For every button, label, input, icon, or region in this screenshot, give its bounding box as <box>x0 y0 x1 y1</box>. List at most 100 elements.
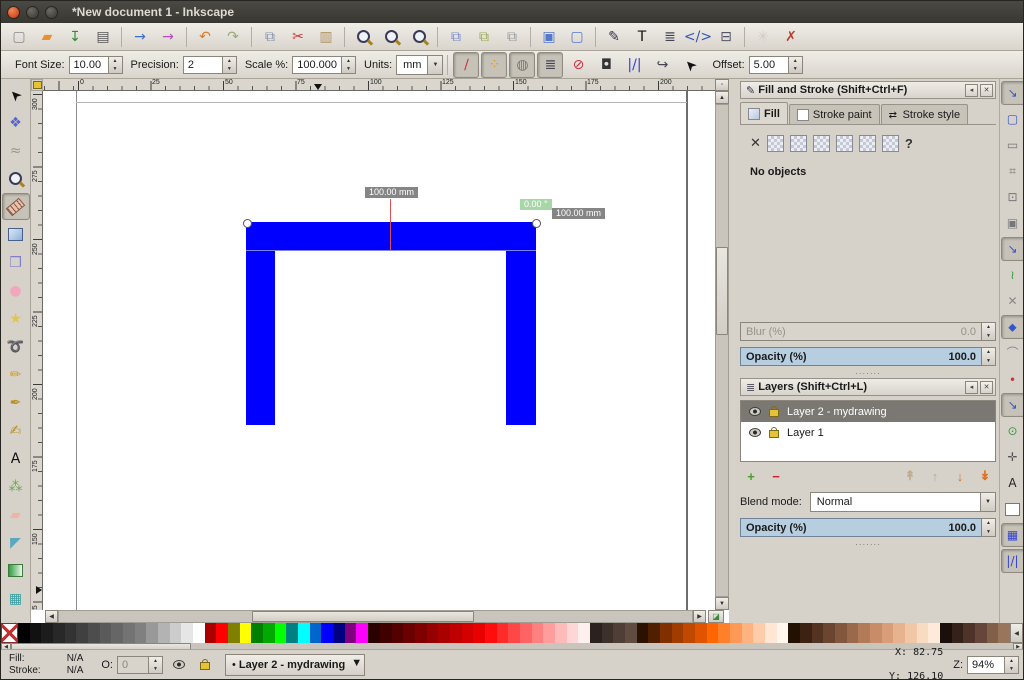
palette-swatch[interactable] <box>531 623 544 643</box>
zoom-spinner[interactable]: ▲ ▼ <box>1004 655 1019 674</box>
fill-stroke-indicator[interactable]: Fill: N/A Stroke: N/A <box>9 653 83 677</box>
lock-icon[interactable] <box>769 427 779 438</box>
object-opacity-value[interactable]: 0 <box>116 655 148 674</box>
snap-path-intersections-button[interactable]: ✕ <box>1001 289 1024 313</box>
tool-star-button[interactable]: ★ <box>2 305 30 332</box>
table-shape-right-leg[interactable] <box>506 251 536 425</box>
tool-measure-button[interactable] <box>1 193 30 220</box>
palette-swatch[interactable] <box>659 623 672 643</box>
preferences-button[interactable]: ✗ <box>778 24 804 50</box>
snap-page-border-button[interactable] <box>1001 497 1024 521</box>
color-management-toggle[interactable]: ◪ <box>708 610 724 623</box>
align-distribute-dialog-button[interactable]: ⊟ <box>713 24 739 50</box>
palette-swatch[interactable] <box>449 623 462 643</box>
palette-swatch[interactable] <box>239 623 252 643</box>
tool-node-editor-button[interactable]: ❖ <box>2 109 30 136</box>
palette-swatch[interactable] <box>29 623 42 643</box>
snap-bbox-edges-button[interactable]: ▭ <box>1001 133 1024 157</box>
cms-adjust-button[interactable]: ▫ <box>715 79 729 91</box>
paint-unset-button[interactable]: ? <box>905 136 913 151</box>
edit-duplicate-button[interactable]: ⧉ <box>443 24 469 50</box>
font-size-spinbox[interactable]: 10.00 ▲ ▼ <box>68 55 123 74</box>
table-shape-left-leg[interactable] <box>246 251 275 425</box>
palette-swatch[interactable] <box>543 623 555 643</box>
zoom-drawing-button[interactable] <box>378 24 404 50</box>
palette-swatch[interactable] <box>554 623 567 643</box>
palette-swatch[interactable] <box>835 623 847 643</box>
dock-splitter[interactable]: ······ <box>729 79 742 623</box>
measure-between-items-toggle[interactable]: ∕ <box>453 51 480 78</box>
palette-swatch[interactable] <box>379 623 392 643</box>
palette-swatch[interactable] <box>508 623 520 643</box>
zoom-selection-button[interactable] <box>350 24 376 50</box>
ungroup-objects-button[interactable]: ▢ <box>564 24 590 50</box>
palette-swatch[interactable] <box>286 623 299 643</box>
palette-swatch[interactable] <box>64 623 77 643</box>
font-size-spinner[interactable]: ▲ ▼ <box>107 55 123 74</box>
scale-spinner[interactable]: ▲ ▼ <box>341 55 357 74</box>
panel-collapse-icon[interactable]: ◂ <box>965 83 978 97</box>
snap-bbox-centers-button[interactable]: ▣ <box>1001 211 1024 235</box>
tool-spiral-button[interactable]: ➰ <box>2 333 30 360</box>
palette-swatch[interactable] <box>998 623 1011 643</box>
tool-text-button[interactable]: A <box>2 445 30 472</box>
snap-object-centers-button[interactable]: ⊙ <box>1001 419 1024 443</box>
palette-scroll-button[interactable]: ◀ <box>1010 623 1023 643</box>
palette-swatch[interactable] <box>788 623 801 643</box>
palette-swatch[interactable] <box>228 623 240 643</box>
palette-swatch[interactable] <box>461 623 474 643</box>
palette-swatch[interactable] <box>694 623 707 643</box>
tool-pen-button[interactable]: ✒ <box>2 389 30 416</box>
opacity-spinner[interactable]: ▲ ▼ <box>982 347 996 366</box>
palette-swatch[interactable] <box>193 623 205 643</box>
snap-text-baseline-button[interactable]: A <box>1001 471 1024 495</box>
edit-undo-button[interactable]: ↶ <box>192 24 218 50</box>
tool-pencil-button[interactable]: ✏ <box>2 361 30 388</box>
xml-editor-button[interactable]: </> <box>684 24 712 50</box>
palette-swatch-none[interactable] <box>1 623 18 643</box>
palette-swatch[interactable] <box>589 623 602 643</box>
palette-swatch[interactable] <box>146 623 159 643</box>
palette-swatch[interactable] <box>519 623 532 643</box>
tool-ellipse-button[interactable]: ● <box>2 277 30 304</box>
hscroll-thumb[interactable] <box>252 611 474 622</box>
palette-swatch[interactable] <box>41 623 54 643</box>
tool-selector-button[interactable]: ➤ <box>2 81 30 108</box>
edit-redo-button[interactable]: ↷ <box>220 24 246 50</box>
palette-swatch[interactable] <box>391 623 404 643</box>
tab-fill[interactable]: Fill <box>740 102 788 124</box>
edit-unlink-clone-button[interactable]: ⧉ <box>499 24 525 50</box>
layer-opacity-spinner[interactable]: ▲ ▼ <box>982 518 996 537</box>
measure-show-hidden-intersections-toggle[interactable]: ◍ <box>509 51 536 78</box>
lower-layer-bottom-button[interactable]: ↡ <box>974 466 996 486</box>
palette-swatch[interactable] <box>76 623 89 643</box>
palette-swatch[interactable] <box>975 623 987 643</box>
palette-swatch[interactable] <box>204 623 217 643</box>
palette-swatch[interactable] <box>951 623 964 643</box>
palette-swatch[interactable] <box>823 623 836 643</box>
zoom-value[interactable]: 94% <box>967 655 1004 674</box>
palette-swatch[interactable] <box>718 623 730 643</box>
zoom-page-button[interactable] <box>406 24 432 50</box>
palette-swatch[interactable] <box>216 623 229 643</box>
measure-start-handle[interactable] <box>243 219 252 228</box>
chevron-down-icon[interactable]: ▼ <box>427 55 443 74</box>
palette-swatch[interactable] <box>613 623 625 643</box>
palette-swatch[interactable] <box>414 623 427 643</box>
offset-spinner[interactable]: ▲ ▼ <box>787 55 803 74</box>
scale-spinbox[interactable]: 100.000 ▲ ▼ <box>292 55 357 74</box>
scale-value[interactable]: 100.000 <box>292 55 342 74</box>
precision-spinbox[interactable]: 2 ▲ ▼ <box>182 55 237 74</box>
text-dialog-button[interactable]: T <box>629 24 655 50</box>
palette-swatch[interactable] <box>169 623 182 643</box>
measure-mark-dimension-toggle[interactable]: ↪ <box>649 52 675 78</box>
document-export-button[interactable]: → <box>155 24 181 50</box>
offset-spinbox[interactable]: 5.00 ▲ ▼ <box>748 55 803 74</box>
measure-ignore-first-last-toggle[interactable]: ⁘ <box>481 51 508 78</box>
palette-swatch[interactable] <box>426 623 439 643</box>
palette-swatch[interactable] <box>111 623 124 643</box>
tab-stroke-style[interactable]: ⇄ Stroke style <box>880 104 969 124</box>
vscroll-thumb[interactable] <box>716 247 728 335</box>
chevron-down-icon[interactable]: ▼ <box>980 493 995 511</box>
filters-gear-button[interactable]: ✳ <box>750 24 776 50</box>
